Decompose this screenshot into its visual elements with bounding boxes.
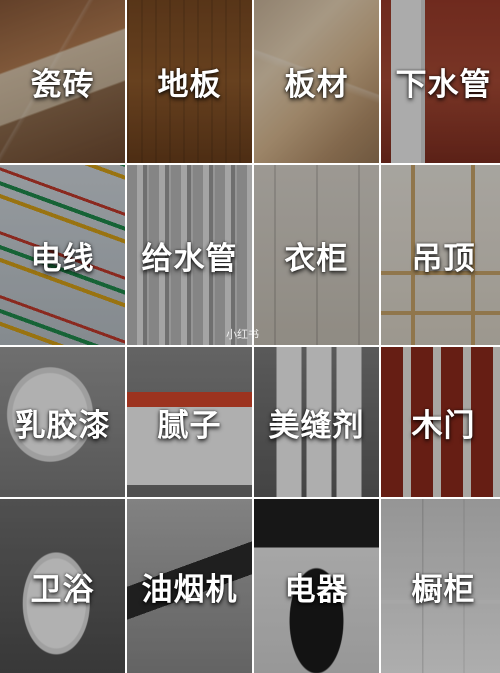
tile-range-hood[interactable]: 油烟机 [127, 499, 252, 673]
tile-label: 油烟机 [141, 571, 238, 608]
tile-sealant[interactable]: 美缝剂 [254, 347, 379, 497]
xiaohongshu-watermark: 小红书 [226, 328, 259, 341]
tile-ceiling[interactable]: 吊顶 [381, 165, 500, 345]
tile-label: 乳胶漆 [14, 407, 111, 444]
tile-board[interactable]: 板材 [254, 0, 379, 163]
tile-label: 电线 [30, 240, 95, 277]
tile-label: 电器 [284, 571, 349, 608]
tile-water-pipe[interactable]: 给水管 [127, 165, 252, 345]
tile-label: 板材 [284, 67, 349, 103]
tile-label: 瓷砖 [30, 67, 95, 103]
tile-label: 给水管 [141, 240, 238, 277]
tile-appliances[interactable]: 电器 [254, 499, 379, 673]
tile-label: 吊顶 [411, 240, 476, 277]
tile-wardrobe[interactable]: 衣柜 [254, 165, 379, 345]
tile-label: 衣柜 [284, 240, 349, 277]
tile-label: 木门 [411, 407, 476, 444]
tile-label: 地板 [157, 67, 222, 103]
tile-latex-paint[interactable]: 乳胶漆 [0, 347, 125, 497]
tile-wire[interactable]: 电线 [0, 165, 125, 345]
tile-ceramic-tile[interactable]: 瓷砖 [0, 0, 125, 163]
tile-cabinet[interactable]: 橱柜 [381, 499, 500, 673]
tile-label: 美缝剂 [268, 407, 365, 444]
tile-bathroom[interactable]: 卫浴 [0, 499, 125, 673]
tile-putty[interactable]: 腻子 [127, 347, 252, 497]
tile-label: 橱柜 [411, 571, 476, 608]
tile-label: 腻子 [157, 407, 222, 444]
tile-wood-door[interactable]: 木门 [381, 347, 500, 497]
tile-drain-pipe[interactable]: 下水管 [381, 0, 500, 163]
category-grid: 瓷砖 地板 板材 下水管 电线 给水管 衣柜 吊顶 乳胶漆 腻子 美缝剂 木门 … [0, 0, 500, 673]
tile-label: 下水管 [395, 67, 492, 103]
tile-label: 卫浴 [30, 571, 95, 608]
tile-floor[interactable]: 地板 [127, 0, 252, 163]
